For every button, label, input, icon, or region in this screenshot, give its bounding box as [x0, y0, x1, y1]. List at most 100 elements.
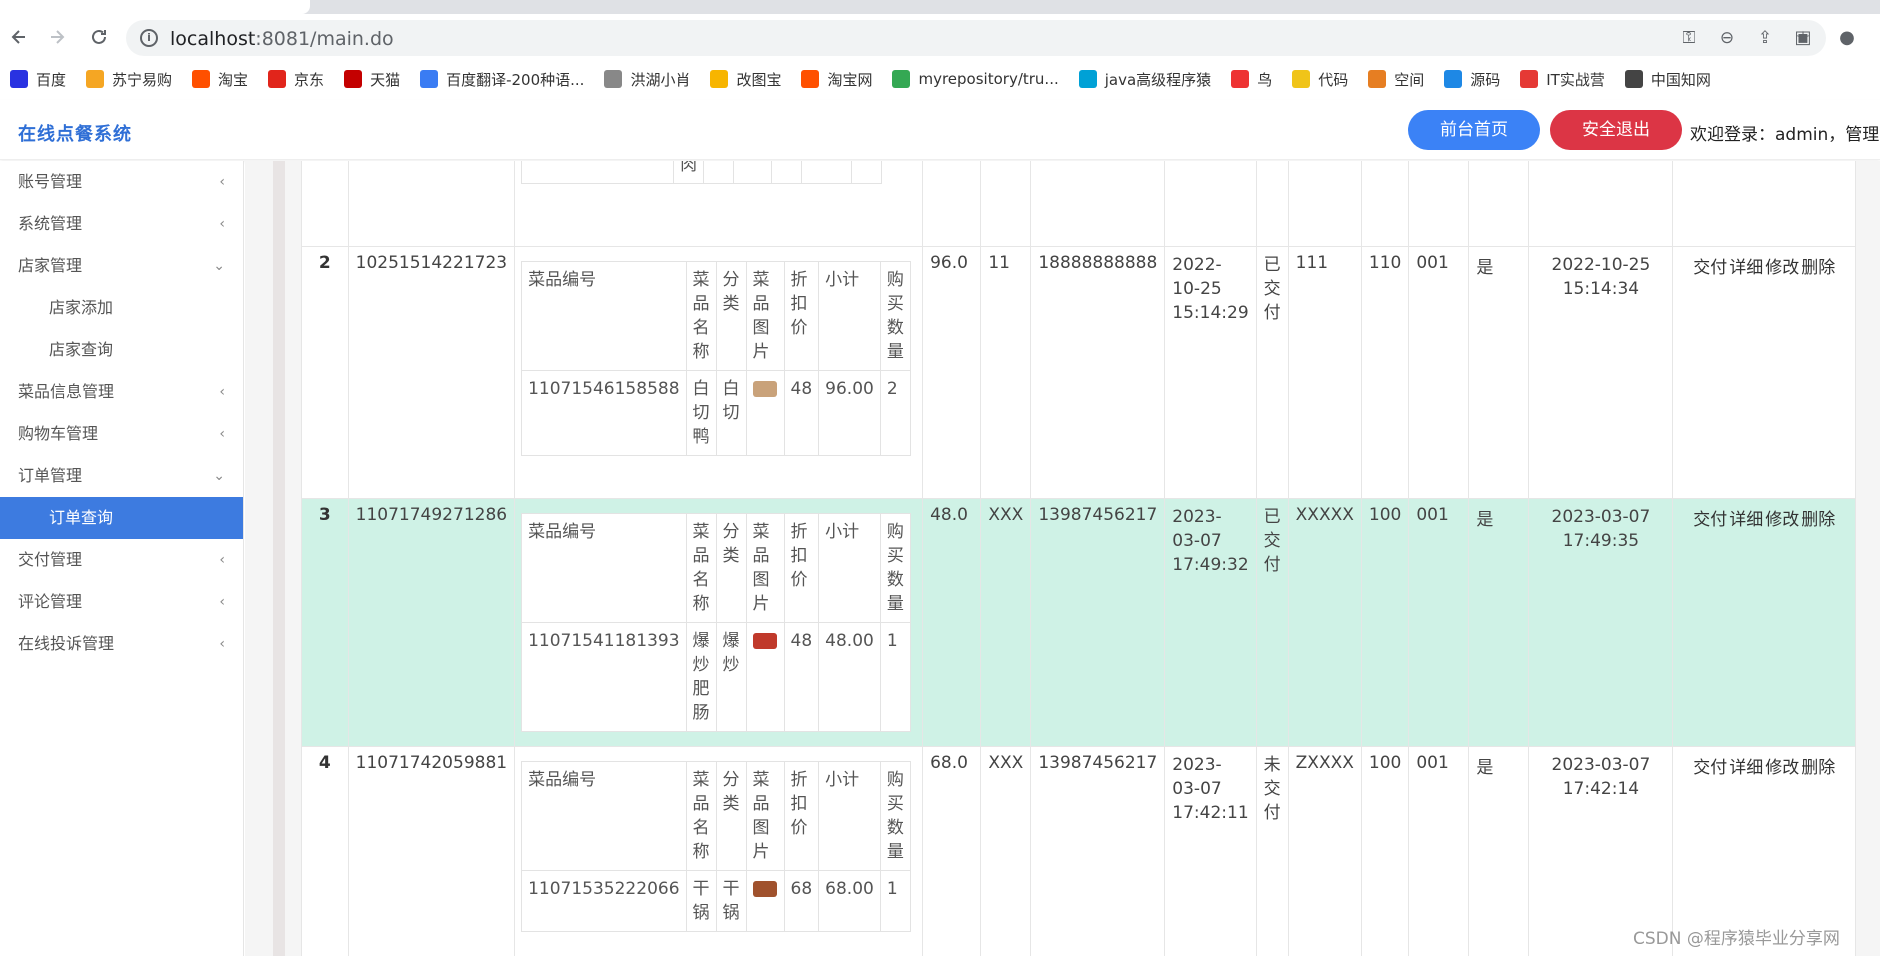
profile-icon[interactable]: ● — [1832, 22, 1862, 52]
bookmark-item[interactable]: IT实战营 — [1520, 69, 1605, 90]
bookmark-item[interactable]: 源码 — [1444, 69, 1500, 90]
vertical-cell: 白切鸭 — [685, 370, 717, 456]
vertical-cell: 烧 — [703, 161, 735, 184]
bookmark-item[interactable]: 苏宁易购 — [86, 69, 172, 90]
url-text: localhost:8081/main.do — [170, 28, 394, 50]
customer-name: XXX — [980, 746, 1032, 956]
key-icon[interactable]: ⚿ — [1678, 27, 1700, 49]
delivery-status: 已交付 — [1255, 498, 1289, 747]
bookmark-item[interactable]: 洪湖小肖 — [604, 69, 690, 90]
delete-link[interactable]: 删除 — [1801, 510, 1835, 530]
home-button[interactable]: 前台首页 — [1408, 110, 1540, 150]
bookmark-item[interactable]: 中国知网 — [1624, 69, 1711, 90]
bookmark-favicon-icon — [604, 70, 623, 88]
edit-link[interactable]: 修改 — [1765, 510, 1799, 530]
sidebar-item-label: 购物车管理 — [18, 424, 99, 443]
item-code: 11071546158588 — [521, 370, 687, 456]
bookmark-item[interactable]: 空间 — [1368, 69, 1424, 90]
vertical-cell: 爆炒肥肠 — [685, 622, 717, 732]
bookmark-item[interactable]: 百度翻译-200种语... — [420, 69, 584, 90]
logout-button[interactable]: 安全退出 — [1550, 110, 1682, 150]
paid-flag: 是 — [1468, 746, 1530, 956]
sidebar-item[interactable]: 菜品信息管理 ‹ — [0, 371, 243, 413]
bookmark-item[interactable]: 百度 — [10, 69, 66, 90]
detail-link[interactable]: 详细 — [1729, 510, 1763, 530]
bookmark-label: java高级程序猿 — [1104, 70, 1212, 89]
sidebar-item[interactable]: 购物车管理 ‹ — [0, 413, 243, 455]
bookmarks-bar: 百度 苏宁易购 淘宝 京东 天猫 百度翻译-200种语... 洪湖小肖 改图宝 淘宝网 myrep… — [0, 64, 1880, 94]
sidebar-item[interactable]: 在线投诉管理 ‹ — [0, 623, 243, 665]
bookmark-item[interactable]: 淘宝网 — [801, 69, 872, 90]
address-bar[interactable]: i localhost:8081/main.do ⚿ ⊖ ⇪ ☆ — [126, 20, 1826, 56]
dish-thumbnail-icon — [752, 633, 777, 649]
table-row[interactable]: 3 11071749271286 菜品编号 菜品名称 分类 菜品图片 折扣价 小计 购买数量 11… — [301, 498, 1856, 747]
bookmark-label: 中国知网 — [1650, 70, 1711, 89]
chevron-icon: ‹ — [219, 552, 225, 568]
back-icon[interactable] — [4, 22, 34, 52]
share-icon[interactable]: ⇪ — [1754, 27, 1776, 49]
detail-link[interactable]: 详细 — [1729, 758, 1763, 778]
deliver-link[interactable]: 交付 — [1693, 758, 1727, 778]
zoom-icon[interactable]: ⊖ — [1716, 27, 1738, 49]
bookmark-label: myrepository/tru... — [918, 70, 1059, 88]
order-time: 2023-03-07 17:49:32 — [1164, 498, 1257, 747]
delete-link[interactable]: 删除 — [1801, 258, 1835, 278]
vertical-cell: 爆炒 — [715, 622, 747, 732]
bookmark-label: 代码 — [1318, 70, 1349, 89]
bookmark-label: 天猫 — [370, 70, 401, 89]
site-info-icon[interactable]: i — [140, 29, 158, 47]
detail-link[interactable]: 详细 — [1729, 258, 1763, 278]
orders-table-wrapper: 烧肉烧210251514221723菜品编号菜品名称分类菜品图片折扣价小计购买数… — [301, 161, 1856, 956]
bookmark-item[interactable]: 京东 — [268, 69, 324, 90]
table-row: 烧肉烧 — [301, 161, 1856, 247]
sidebar-item-label: 账号管理 — [18, 172, 83, 191]
bookmark-item[interactable]: 淘宝 — [192, 69, 248, 90]
order-items-cell: 菜品编号 菜品名称 分类 菜品图片 折扣价 小计 购买数量 11071535222066 干锅干… — [514, 746, 924, 956]
edit-link[interactable]: 修改 — [1765, 258, 1799, 278]
sidebar-item[interactable]: 交付管理 ‹ — [0, 539, 243, 581]
vertical-cell: 白切 — [715, 370, 747, 456]
active-tab[interactable] — [0, 0, 310, 14]
sidebar-item[interactable]: 订单查询 — [0, 497, 243, 539]
table-row[interactable]: 4 11071742059881 菜品编号 菜品名称 分类 菜品图片 折扣价 小计 购买数量 11… — [301, 746, 1856, 956]
delivery-status: 未交付 — [1255, 746, 1289, 956]
table-row[interactable]: 2 10251514221723 菜品编号 菜品名称 分类 菜品图片 折扣价 小计 购买数量 11… — [301, 246, 1856, 499]
sidebar-item[interactable]: 店家添加 — [0, 287, 243, 329]
created-time: 2022-10-25 15:14:34 — [1528, 246, 1674, 499]
sidebar-item[interactable]: 账号管理 ‹ — [0, 161, 243, 203]
deliver-link[interactable]: 交付 — [1693, 258, 1727, 278]
sidebar-item[interactable]: 系统管理 ‹ — [0, 203, 243, 245]
chevron-icon: ‹ — [219, 594, 225, 610]
deliver-link[interactable]: 交付 — [1693, 510, 1727, 530]
bookmark-favicon-icon — [801, 70, 820, 88]
bookmark-item[interactable]: 天猫 — [344, 69, 400, 90]
item-code: 11071541181393 — [521, 622, 687, 732]
bookmark-item[interactable]: 鸟 — [1231, 69, 1272, 90]
app-header: 在线点餐系统 前台首页 安全退出 欢迎登录：admin，管理员 — [0, 100, 1880, 160]
sidebar-item[interactable]: 订单管理 ⌄ — [0, 455, 243, 497]
reload-icon[interactable] — [84, 22, 114, 52]
side-panel-icon[interactable]: ▣ — [1788, 22, 1818, 52]
item-price: 48 — [783, 370, 820, 456]
bookmark-item[interactable]: myrepository/tru... — [892, 70, 1059, 88]
bookmark-favicon-icon — [86, 70, 105, 88]
bookmark-favicon-icon — [344, 70, 363, 88]
item-qty: 2 — [879, 370, 911, 456]
vertical-cell: 烧肉 — [673, 161, 705, 184]
dish-image — [745, 622, 785, 732]
forward-icon[interactable] — [42, 22, 72, 52]
vertical-cell: 分类 — [715, 513, 747, 623]
sidebar-item[interactable]: 评论管理 ‹ — [0, 581, 243, 623]
items-header-row: 菜品编号 菜品名称 分类 菜品图片 折扣价 小计 购买数量 — [521, 761, 911, 871]
order-items-cell: 菜品编号 菜品名称 分类 菜品图片 折扣价 小计 购买数量 11071541181393 爆炒肥… — [514, 498, 924, 747]
bookmark-item[interactable]: java高级程序猿 — [1078, 69, 1212, 90]
bookmark-item[interactable]: 代码 — [1292, 69, 1348, 90]
items-header-code: 菜品编号 — [521, 513, 687, 623]
edit-link[interactable]: 修改 — [1765, 758, 1799, 778]
sidebar-item[interactable]: 店家管理 ⌄ — [0, 245, 243, 287]
bookmark-item[interactable]: 改图宝 — [710, 69, 781, 90]
item-qty: 1 — [879, 622, 911, 732]
vertical-cell: 干锅 — [685, 870, 717, 932]
sidebar-item[interactable]: 店家查询 — [0, 329, 243, 371]
delete-link[interactable]: 删除 — [1801, 758, 1835, 778]
